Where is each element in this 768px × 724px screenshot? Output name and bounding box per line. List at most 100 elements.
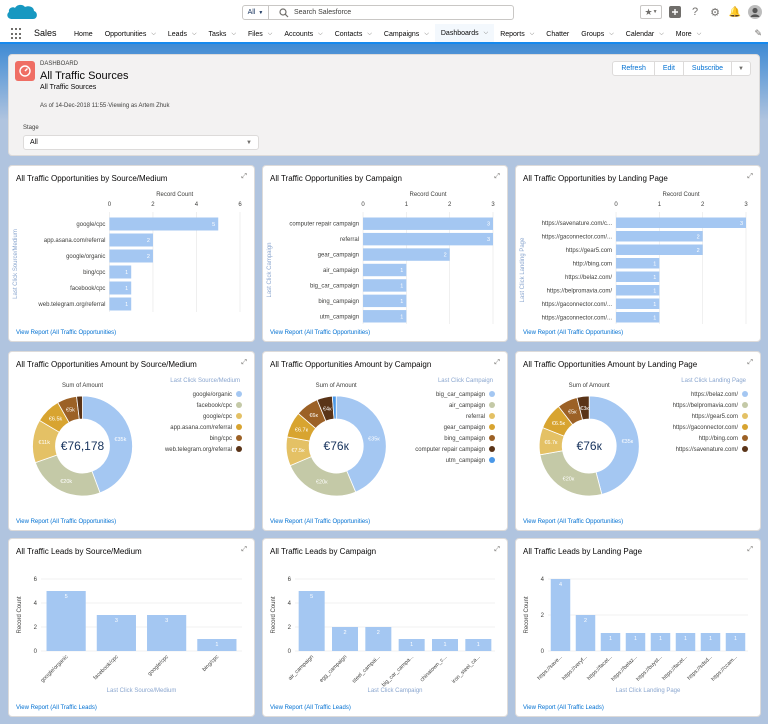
tick-label: 6 — [34, 577, 38, 583]
chevron-down-icon[interactable]: ⌵ — [424, 31, 429, 38]
view-report-link[interactable]: View Report (All Traffic Opportunities) — [523, 519, 623, 525]
nav-tab-home[interactable]: Home — [68, 24, 99, 44]
bar[interactable] — [363, 217, 493, 230]
nav-tab-contacts[interactable]: Contacts ⌵ — [329, 24, 378, 44]
view-report-link[interactable]: View Report (All Traffic Leads) — [16, 705, 97, 711]
nav-tab-dashboards[interactable]: Dashboards ⌵ — [434, 24, 495, 44]
favorites-icon[interactable]: ★ ▼ — [640, 5, 662, 19]
view-report-link[interactable]: View Report (All Traffic Opportunities) — [270, 519, 370, 525]
stage-filter-label: Stage — [23, 125, 39, 131]
chevron-down-icon[interactable]: ⌵ — [530, 31, 535, 38]
bar[interactable] — [363, 248, 450, 261]
category-label: app.asana.com/referral — [44, 238, 106, 244]
stage-filter-select[interactable]: All ▼ — [23, 135, 259, 150]
chevron-down-icon[interactable]: ⌵ — [659, 31, 664, 38]
data-label: 3 — [487, 222, 490, 228]
expand-icon[interactable]: ⤢ — [241, 173, 247, 181]
dashboard-component-card: All Traffic Leads by Landing Page ⤢ View R… — [515, 538, 761, 717]
expand-icon[interactable]: ⤢ — [494, 546, 500, 554]
bar[interactable] — [363, 232, 493, 246]
bar[interactable] — [616, 217, 746, 229]
pie-slice[interactable] — [34, 454, 101, 497]
bar[interactable] — [550, 579, 571, 651]
expand-icon[interactable]: ⤢ — [241, 359, 247, 367]
expand-icon[interactable]: ⤢ — [241, 546, 247, 554]
tick-label: 0 — [361, 202, 365, 208]
nav-tab-files[interactable]: Files ⌵ — [242, 24, 278, 44]
expand-icon[interactable]: ⤢ — [747, 359, 753, 367]
chevron-down-icon[interactable]: ⌵ — [192, 31, 197, 38]
help-icon[interactable]: ? — [688, 5, 702, 19]
view-report-link[interactable]: View Report (All Traffic Leads) — [270, 705, 351, 711]
bar[interactable] — [616, 244, 703, 256]
avatar[interactable] — [748, 5, 762, 19]
data-label: 1 — [400, 283, 403, 289]
chevron-down-icon[interactable]: ⌵ — [268, 31, 273, 38]
pie-slice[interactable] — [539, 450, 603, 497]
legend-item-label: facebook/cpc — [197, 403, 232, 409]
refresh-button[interactable]: Refresh — [613, 62, 655, 75]
chevron-down-icon[interactable]: ⌵ — [151, 31, 156, 38]
dashboard-component-card: All Traffic Opportunities by Campaign ⤢ Vi… — [262, 165, 508, 342]
global-search[interactable]: All ▼ Search Salesforce — [242, 5, 514, 20]
view-report-link[interactable]: View Report (All Traffic Opportunities) — [523, 330, 623, 336]
more-actions-menu[interactable]: ▼ — [732, 62, 750, 75]
card-title: All Traffic Opportunities by Source/Medi… — [16, 174, 168, 183]
chevron-down-icon[interactable]: ⌵ — [231, 31, 236, 38]
slice-label: €6.7к — [544, 440, 558, 446]
data-label: 3 — [740, 221, 743, 227]
chevron-down-icon[interactable]: ⌵ — [367, 31, 372, 38]
view-report-link[interactable]: View Report (All Traffic Opportunities) — [16, 330, 116, 336]
chevron-down-icon[interactable]: ⌵ — [609, 31, 614, 38]
notifications-bell-icon[interactable]: 🔔 — [728, 5, 742, 19]
view-report-link[interactable]: View Report (All Traffic Leads) — [523, 705, 604, 711]
nav-tab-calendar[interactable]: Calendar ⌵ — [620, 24, 670, 44]
search-scope-select[interactable]: All ▼ — [243, 6, 269, 19]
chevron-down-icon[interactable]: ⌵ — [484, 30, 489, 37]
expand-icon[interactable]: ⤢ — [494, 173, 500, 181]
category-label: https://savenature.com/c... — [542, 221, 613, 227]
nav-tab-campaigns[interactable]: Campaigns ⌵ — [378, 24, 435, 44]
expand-icon[interactable]: ⤢ — [747, 173, 753, 181]
nav-tab-tasks[interactable]: Tasks ⌵ — [203, 24, 242, 44]
category-label: https://gaconnector.com/... — [542, 315, 613, 321]
category-label: air_campaign — [323, 268, 359, 274]
setup-gear-icon[interactable]: ⚙ — [708, 5, 722, 19]
bar[interactable] — [616, 231, 703, 242]
subscribe-button[interactable]: Subscribe — [684, 62, 733, 75]
chevron-down-icon: ▼ — [258, 9, 264, 16]
view-report-link[interactable]: View Report (All Traffic Opportunities) — [16, 519, 116, 525]
chevron-down-icon[interactable]: ⌵ — [697, 31, 702, 38]
chevron-down-icon[interactable]: ⌵ — [318, 31, 323, 38]
nav-tab-accounts[interactable]: Accounts ⌵ — [278, 24, 328, 44]
expand-icon[interactable]: ⤢ — [494, 359, 500, 367]
category-label: utm_campaign — [320, 314, 359, 320]
pie-slice[interactable] — [289, 456, 357, 497]
nav-tab-leads[interactable]: Leads ⌵ — [162, 24, 203, 44]
nav-tab-label: Reports — [500, 30, 525, 38]
expand-icon[interactable]: ⤢ — [747, 546, 753, 554]
search-input[interactable]: Search Salesforce — [294, 9, 351, 16]
edit-button[interactable]: Edit — [655, 62, 684, 75]
chart: Sum of Amount €35k €20k €11k €6.5k€5k €76,178… — [32, 378, 242, 497]
salesforce-logo[interactable] — [6, 3, 38, 23]
tick-label: 1 — [658, 202, 662, 208]
bar[interactable] — [109, 217, 219, 231]
global-actions-icon[interactable] — [668, 5, 682, 19]
data-label: 1 — [125, 286, 128, 292]
view-report-link[interactable]: View Report (All Traffic Opportunities) — [270, 330, 370, 336]
bar[interactable] — [46, 591, 86, 651]
edit-nav-pencil-icon[interactable]: ✎ — [754, 28, 762, 39]
nav-tab-chatter[interactable]: Chatter — [540, 24, 575, 44]
app-launcher-icon[interactable] — [11, 28, 23, 40]
tick-label: 2 — [541, 613, 545, 619]
data-label: 3 — [115, 618, 118, 624]
legend-swatch — [236, 424, 242, 430]
bar[interactable] — [298, 591, 325, 651]
nav-tab-more[interactable]: More ⌵ — [670, 24, 708, 44]
nav-tab-reports[interactable]: Reports ⌵ — [494, 24, 540, 44]
nav-tab-groups[interactable]: Groups ⌵ — [575, 24, 620, 44]
dashboard-component-card: All Traffic Opportunities Amount by Sour… — [8, 351, 255, 531]
tick-label: 4 — [34, 601, 38, 607]
nav-tab-opportunities[interactable]: Opportunities ⌵ — [99, 24, 162, 44]
